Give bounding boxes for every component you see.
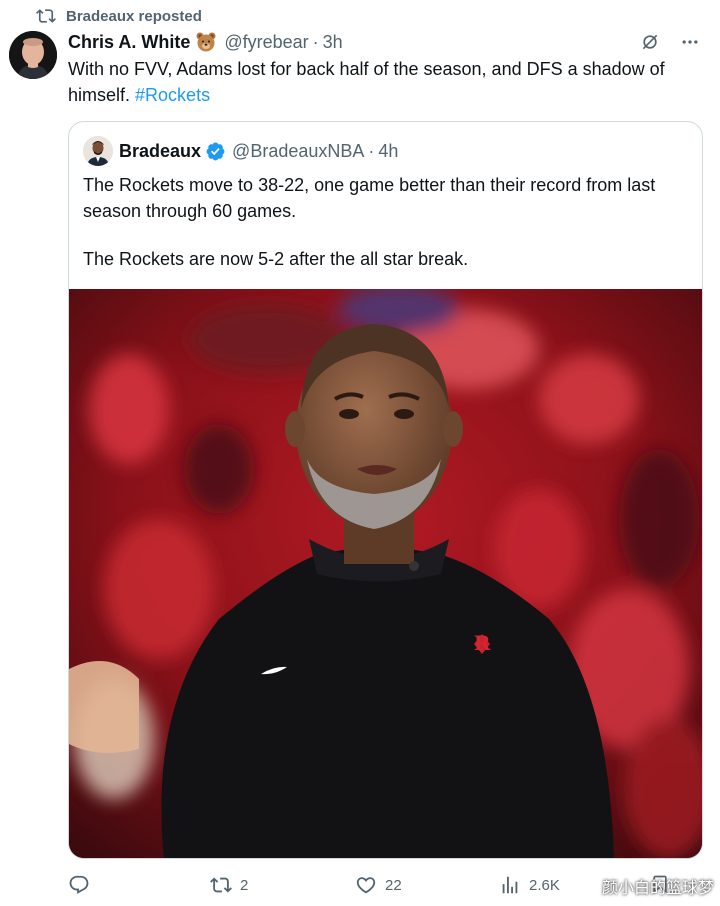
views-count: 2.6K (529, 876, 560, 894)
like-button[interactable]: 22 (355, 874, 402, 896)
bear-emoji-icon (195, 31, 217, 53)
analytics-icon (499, 874, 521, 896)
tweet-page: Bradeaux reposted Chris A. White @fyrebe… (0, 0, 720, 906)
quoted-tweet-text: The Rockets move to 38-22, one game bett… (83, 172, 693, 272)
quoted-paragraph: The Rockets move to 38-22, one game bett… (83, 175, 656, 221)
tweet-header: Chris A. White @fyrebear · 3h (68, 30, 702, 54)
quoted-author-handle[interactable]: @BradeauxNBA (232, 141, 364, 162)
more-options-icon[interactable] (678, 30, 702, 54)
heart-icon (355, 874, 377, 896)
like-count: 22 (385, 876, 402, 894)
quoted-tweet-time[interactable]: 4h (378, 141, 398, 162)
reply-button[interactable] (68, 874, 98, 896)
quoted-author-name[interactable]: Bradeaux (119, 141, 201, 162)
repost-button[interactable]: 2 (210, 874, 248, 896)
quoted-tweet[interactable]: Bradeaux @BradeauxNBA · 4h The Rockets m… (68, 121, 703, 859)
verified-badge-icon (205, 141, 226, 162)
separator-dot: · (312, 31, 319, 52)
views-button[interactable]: 2.6K (499, 874, 560, 896)
repost-count: 2 (240, 876, 249, 894)
tweet-time[interactable]: 3h (323, 32, 343, 53)
repost-indicator[interactable]: Bradeaux reposted (36, 6, 202, 26)
grok-icon[interactable] (638, 30, 662, 54)
watermark: 颜小白的篮球梦 (601, 878, 714, 897)
reply-icon (68, 874, 90, 896)
repost-icon (210, 874, 232, 896)
repost-label: Bradeaux reposted (66, 7, 202, 25)
separator-dot: · (368, 140, 375, 161)
hashtag-link[interactable]: #Rockets (135, 85, 210, 105)
quoted-paragraph: The Rockets are now 5-2 after the all st… (83, 249, 469, 269)
quoted-tweet-photo[interactable]: R (69, 289, 702, 858)
quoted-author-avatar[interactable] (83, 136, 113, 166)
author-name[interactable]: Chris A. White (68, 32, 190, 53)
quoted-tweet-header: Bradeaux @BradeauxNBA · 4h (83, 136, 398, 166)
tweet-text: With no FVV, Adams lost for back half of… (68, 56, 698, 108)
svg-text:R: R (474, 631, 491, 655)
author-handle[interactable]: @fyrebear (224, 32, 308, 53)
author-avatar[interactable] (9, 31, 57, 79)
repost-icon (36, 6, 56, 26)
